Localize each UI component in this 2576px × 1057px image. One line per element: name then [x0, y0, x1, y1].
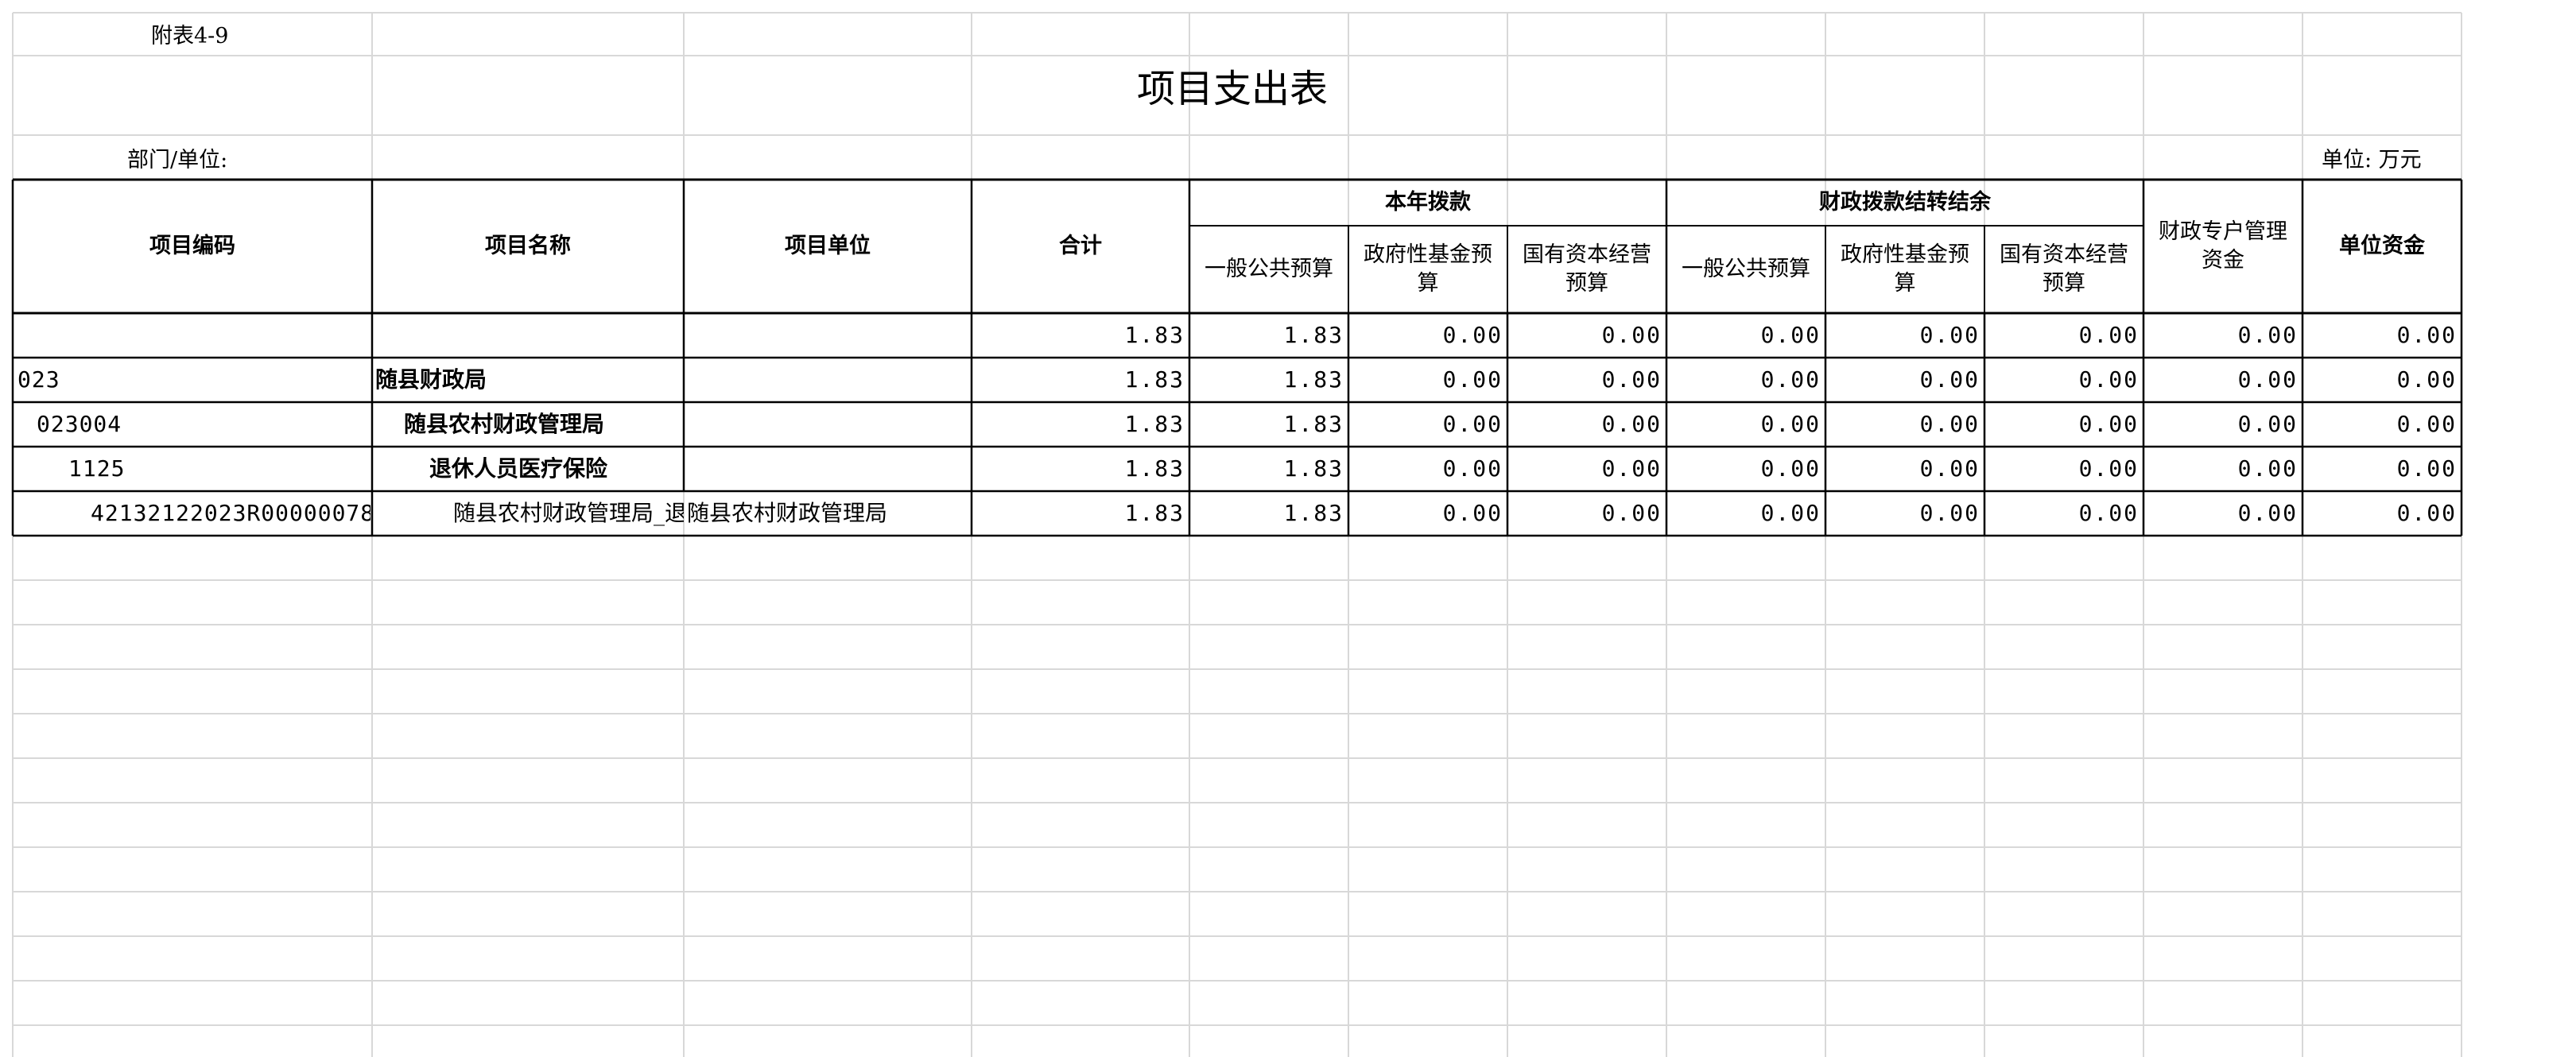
row-value: 0.00: [2396, 366, 2457, 393]
row-value: 0.00: [2078, 500, 2139, 526]
row-value: 0.00: [2396, 411, 2457, 437]
row-value: 0.00: [1919, 411, 1980, 437]
row-value: 1.83: [1283, 455, 1344, 482]
row-code: 42132122023R000000786: [91, 500, 370, 526]
row-value: 0.00: [2237, 322, 2298, 348]
row-value: 0.00: [2237, 366, 2298, 393]
row-value: 0.00: [2078, 411, 2139, 437]
row-unit: [687, 447, 970, 491]
row-name: 随县农村财政管理局: [404, 411, 605, 437]
appendix-label: 附表4-9: [151, 24, 229, 48]
row-value: 0.00: [1601, 366, 1662, 393]
row-value: 0.00: [1919, 322, 1980, 348]
header-cy-gov-fund-budget: 政府性基金预算: [1841, 242, 1969, 296]
row-value: 0.00: [1919, 500, 1980, 526]
row-value: 1.83: [1283, 322, 1344, 348]
header-current-year: 本年拨款: [1385, 190, 1471, 215]
header-cy-general-budget: 一般公共预算: [1682, 257, 1810, 281]
row-value: 1.83: [1124, 500, 1185, 526]
row-value: 0.00: [1442, 500, 1503, 526]
row-value: 0.00: [1601, 455, 1662, 482]
header-unit-fund: 单位资金: [2339, 234, 2425, 258]
row-value: 0.00: [1601, 411, 1662, 437]
row-value: 0.00: [1601, 500, 1662, 526]
header-carryover: 财政拨款结转结余: [1819, 190, 1991, 215]
header-state-capital-budget: 国有资本经营预算: [1523, 242, 1651, 296]
row-value: 0.00: [2078, 455, 2139, 482]
row-value: 1.83: [1283, 366, 1344, 393]
row-value: 0.00: [1601, 322, 1662, 348]
row-value: 0.00: [2078, 366, 2139, 393]
row-value: 1.83: [1283, 411, 1344, 437]
row-value: 0.00: [1442, 366, 1503, 393]
row-value: 1.83: [1124, 366, 1185, 393]
header-code: 项目编码: [149, 234, 235, 258]
row-value: 0.00: [2396, 500, 2457, 526]
row-value: 0.00: [2237, 411, 2298, 437]
row-code: 1125: [68, 455, 126, 482]
header-total: 合计: [1059, 234, 1102, 258]
page-title: 项目支出表: [1136, 67, 1328, 111]
row-value: 0.00: [2396, 455, 2457, 482]
row-value: 0.00: [1760, 500, 1821, 526]
row-unit: [687, 358, 970, 402]
row-unit: 随县农村财政管理局: [687, 500, 888, 526]
row-code: [17, 313, 370, 358]
row-code: 023: [17, 366, 60, 393]
row-name: [375, 313, 684, 358]
row-value: 1.83: [1283, 500, 1344, 526]
row-value: 1.83: [1124, 322, 1185, 348]
row-value: 1.83: [1124, 455, 1185, 482]
header-cy-state-capital-budget: 国有资本经营预算: [2000, 242, 2128, 296]
row-value: 0.00: [2237, 455, 2298, 482]
row-value: 0.00: [1442, 411, 1503, 437]
dept-label: 部门/单位:: [127, 148, 228, 172]
header-unit: 项目单位: [785, 234, 871, 258]
row-code: 023004: [37, 411, 122, 437]
row-value: 0.00: [1760, 322, 1821, 348]
row-value: 0.00: [1442, 322, 1503, 348]
row-name: 随县农村财政管理局_退休人员医疗保险: [453, 500, 684, 526]
row-value: 0.00: [2078, 322, 2139, 348]
row-value: 0.00: [1919, 455, 1980, 482]
row-name: 退休人员医疗保险: [429, 455, 608, 482]
row-value: 0.00: [1760, 455, 1821, 482]
unit-label: 单位: 万元: [2322, 148, 2422, 172]
row-unit: [687, 402, 970, 447]
row-value: 0.00: [2396, 322, 2457, 348]
row-value: 0.00: [1760, 411, 1821, 437]
header-name: 项目名称: [485, 234, 571, 258]
row-value: 0.00: [1760, 366, 1821, 393]
row-value: 0.00: [1442, 455, 1503, 482]
row-value: 1.83: [1124, 411, 1185, 437]
header-general-budget: 一般公共预算: [1205, 257, 1333, 281]
header-gov-fund-budget: 政府性基金预算: [1364, 242, 1492, 296]
row-unit: [687, 313, 970, 358]
spreadsheet: 附表4-9 项目支出表 部门/单位: 单位: 万元 项目编码 项目名称 项目单位…: [0, 0, 2576, 1057]
header-special-fund: 财政专户管理资金: [2159, 219, 2287, 273]
row-name: 随县财政局: [375, 366, 487, 393]
row-value: 0.00: [2237, 500, 2298, 526]
row-value: 0.00: [1919, 366, 1980, 393]
